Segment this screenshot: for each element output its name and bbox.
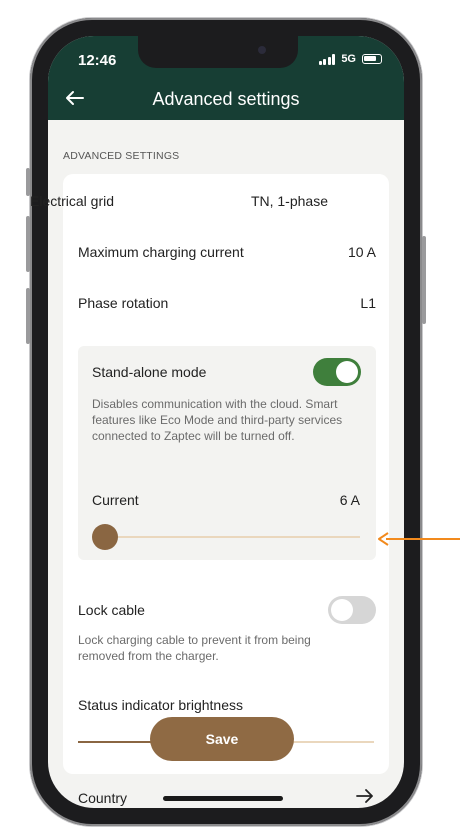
phase-rotation-value: L1: [360, 295, 376, 311]
brightness-label: Status indicator brightness: [78, 697, 243, 713]
section-label: ADVANCED SETTINGS: [63, 150, 180, 162]
page-title: Advanced settings: [152, 89, 300, 109]
camera-icon: [258, 46, 266, 54]
current-slider-thumb[interactable]: [92, 524, 118, 550]
toggle-knob: [331, 599, 353, 621]
volume-up-button: [26, 216, 30, 272]
electrical-grid-label: Electrical grid: [30, 193, 115, 209]
toggle-knob: [336, 361, 358, 383]
current-value: 6 A: [339, 492, 360, 508]
signal-icon: [318, 53, 336, 65]
arrow-right-icon[interactable]: [356, 789, 374, 803]
standalone-label: Stand-alone mode: [92, 364, 207, 380]
notch: [138, 36, 298, 68]
volume-down-button: [26, 288, 30, 344]
electrical-grid-row[interactable]: Electrical grid TN, 1-phase: [30, 193, 328, 209]
max-current-value: 10 A: [347, 244, 376, 260]
standalone-toggle[interactable]: [313, 358, 361, 386]
standalone-description: Disables communication with the cloud. S…: [92, 397, 343, 443]
battery-icon: [362, 54, 382, 64]
current-label: Current: [92, 492, 139, 508]
country-label: Country: [78, 790, 128, 806]
app-header: 12:46 5G Advanced settings: [48, 36, 404, 120]
lock-cable-label: Lock cable: [78, 602, 145, 618]
electrical-grid-value: TN, 1-phase: [250, 193, 328, 209]
lock-cable-description: Lock charging cable to prevent it from b…: [78, 633, 311, 663]
pointer-arrow-icon: [378, 532, 460, 546]
status-time: 12:46: [78, 52, 117, 69]
max-current-row[interactable]: Maximum charging current 10 A: [78, 244, 376, 260]
home-indicator: [163, 796, 283, 801]
status-indicators: 5G: [318, 53, 382, 65]
max-current-label: Maximum charging current: [78, 244, 244, 260]
save-button[interactable]: Save: [150, 717, 294, 761]
network-label: 5G: [341, 53, 356, 65]
lock-cable-toggle[interactable]: [328, 596, 376, 624]
phase-rotation-label: Phase rotation: [78, 295, 169, 311]
current-slider-track[interactable]: [104, 536, 360, 538]
mute-switch: [26, 168, 30, 196]
phase-rotation-row[interactable]: Phase rotation L1: [78, 295, 376, 311]
power-button: [422, 236, 426, 324]
current-row: Current 6 A: [92, 492, 360, 508]
